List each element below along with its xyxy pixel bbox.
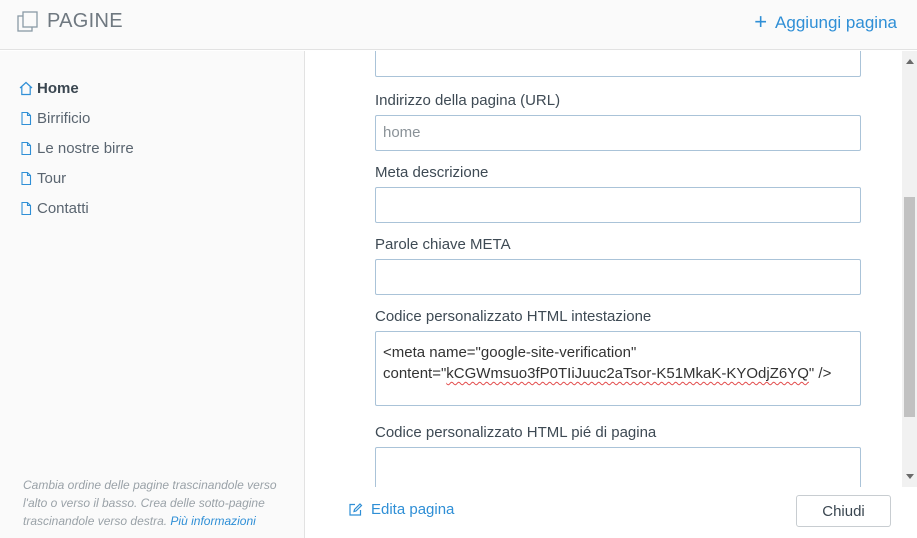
sidebar-item-label: Birrificio xyxy=(37,109,91,127)
sidebar-item-label: Tour xyxy=(37,169,67,187)
edit-page-button[interactable]: Edita pagina xyxy=(348,501,454,518)
header-code-line-1: <meta name="google-site-verification" xyxy=(383,344,637,361)
meta-description-field[interactable] xyxy=(375,187,861,223)
page-icon xyxy=(21,111,32,125)
page-settings-form: Indirizzo della pagina (URL) home Meta d… xyxy=(306,51,902,487)
meta-description-label: Meta descrizione xyxy=(375,164,489,181)
reorder-hint: Cambia ordine delle pagine trascinandole… xyxy=(23,476,285,530)
close-button[interactable]: Chiudi xyxy=(796,495,891,527)
page-list: Home Birrificio Le nostre birre Tour Con… xyxy=(19,73,134,223)
pages-icon xyxy=(17,11,38,32)
edit-icon xyxy=(349,503,363,516)
page-icon xyxy=(21,171,32,185)
sidebar-item-le-nostre-birre[interactable]: Le nostre birre xyxy=(19,133,134,163)
meta-keywords-label: Parole chiave META xyxy=(375,236,511,253)
scrollbar[interactable] xyxy=(902,51,917,487)
page-icon xyxy=(21,141,32,155)
more-info-link[interactable]: Più informazioni xyxy=(170,514,255,528)
add-page-button[interactable]: + Aggiungi pagina xyxy=(754,9,897,34)
sidebar-item-tour[interactable]: Tour xyxy=(19,163,134,193)
sidebar: Home Birrificio Le nostre birre Tour Con… xyxy=(0,51,305,538)
sidebar-item-label: Contatti xyxy=(37,199,89,217)
sidebar-item-birrificio[interactable]: Birrificio xyxy=(19,103,134,133)
header-code-line-2: content="kCGWmsuo3fP0TIiJuuc2aTsor-K51Mk… xyxy=(383,363,853,384)
page-icon xyxy=(21,201,32,215)
url-field[interactable]: home xyxy=(375,115,861,151)
header-code-field[interactable]: <meta name="google-site-verification" co… xyxy=(375,331,861,406)
footer-code-label: Codice personalizzato HTML pié di pagina xyxy=(375,424,657,441)
header-code-prefix: content=" xyxy=(383,365,447,382)
sidebar-item-home[interactable]: Home xyxy=(19,73,134,103)
home-icon xyxy=(19,81,33,95)
footer-code-field[interactable] xyxy=(375,447,861,487)
verification-token: kCGWmsuo3fP0TIiJuuc2aTsor-K51MkaK-KYOdjZ… xyxy=(446,365,809,382)
sidebar-item-label: Le nostre birre xyxy=(37,139,134,157)
meta-keywords-field[interactable] xyxy=(375,259,861,295)
plus-icon: + xyxy=(754,9,768,34)
scroll-down-icon[interactable] xyxy=(906,474,914,479)
add-page-label: Aggiungi pagina xyxy=(775,13,897,32)
page-title: PAGINE xyxy=(47,10,123,32)
dialog-footer: Edita pagina Chiudi xyxy=(306,487,917,538)
edit-page-label: Edita pagina xyxy=(371,501,455,518)
sidebar-item-label: Home xyxy=(37,79,79,97)
scroll-up-icon[interactable] xyxy=(906,59,914,64)
page-title-field[interactable] xyxy=(375,51,861,77)
header-code-suffix: " /> xyxy=(808,365,832,382)
url-label: Indirizzo della pagina (URL) xyxy=(375,92,561,109)
sidebar-item-contatti[interactable]: Contatti xyxy=(19,193,134,223)
page-header: PAGINE + Aggiungi pagina xyxy=(0,0,917,50)
header-code-label: Codice personalizzato HTML intestazione xyxy=(375,308,652,325)
scrollbar-thumb[interactable] xyxy=(904,197,915,417)
